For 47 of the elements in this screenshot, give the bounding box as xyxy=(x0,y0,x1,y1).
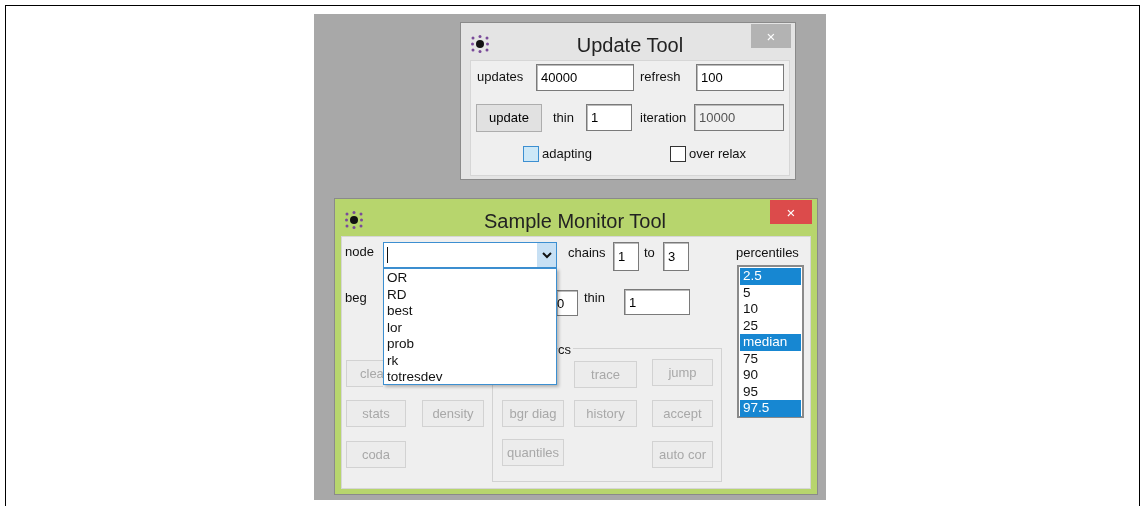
checkbox-label: over relax xyxy=(689,146,747,162)
window-title: Sample Monitor Tool xyxy=(484,209,666,234)
text-field[interactable]: 40000 xyxy=(536,64,634,91)
list-item[interactable]: median xyxy=(740,334,801,351)
list-item[interactable]: 90 xyxy=(740,367,801,384)
dropdown-option[interactable]: lor xyxy=(384,319,556,336)
text-field[interactable]: 100 xyxy=(696,64,784,91)
field-label: updates xyxy=(477,69,524,85)
dropdown-option[interactable]: best xyxy=(384,303,556,320)
field-label: to xyxy=(644,245,655,261)
dropdown-option[interactable]: OR xyxy=(384,270,556,287)
checkbox-label: adapting xyxy=(542,146,592,162)
dropdown-arrow-button[interactable] xyxy=(537,243,556,267)
checkbox[interactable] xyxy=(523,146,539,162)
update-button[interactable]: update xyxy=(476,104,542,132)
list-item[interactable]: 95 xyxy=(740,383,801,400)
dropdown-option[interactable]: prob xyxy=(384,336,556,353)
list-item[interactable]: 10 xyxy=(740,301,801,318)
text-field[interactable]: 1 xyxy=(624,289,690,315)
dropdown-option[interactable]: RD xyxy=(384,286,556,303)
text-field[interactable]: 1 xyxy=(613,242,639,271)
list-item[interactable]: 2.5 xyxy=(740,268,801,285)
field-label: thin xyxy=(553,110,574,126)
list-item[interactable]: 75 xyxy=(740,350,801,367)
dropdown-option[interactable]: totresdev xyxy=(384,369,556,386)
window-title: Update Tool xyxy=(576,33,684,58)
readonly-field: 10000 xyxy=(694,104,784,131)
dot-cluster-icon xyxy=(344,209,364,229)
text-cursor xyxy=(387,247,388,263)
dropdown-option[interactable]: rk xyxy=(384,352,556,369)
field-label: thin xyxy=(584,290,605,306)
text-field[interactable]: 0 xyxy=(557,290,578,316)
text-field[interactable]: 3 xyxy=(663,242,689,271)
list-item[interactable]: 25 xyxy=(740,317,801,334)
field-label: chains xyxy=(568,245,606,261)
field-label: refresh xyxy=(640,69,681,85)
text-field[interactable]: 1 xyxy=(586,104,632,131)
checkbox[interactable] xyxy=(670,146,686,162)
chevron-down-icon xyxy=(542,252,552,259)
list-item[interactable]: 97.5 xyxy=(740,400,801,417)
field-label: percentiles xyxy=(736,245,799,261)
list-item[interactable]: 5 xyxy=(740,284,801,301)
close-button[interactable]: × xyxy=(770,200,812,224)
field-label: beg xyxy=(345,290,367,306)
field-label: iteration xyxy=(640,110,687,126)
dot-cluster-icon xyxy=(470,33,490,53)
field-label: node xyxy=(345,244,374,260)
